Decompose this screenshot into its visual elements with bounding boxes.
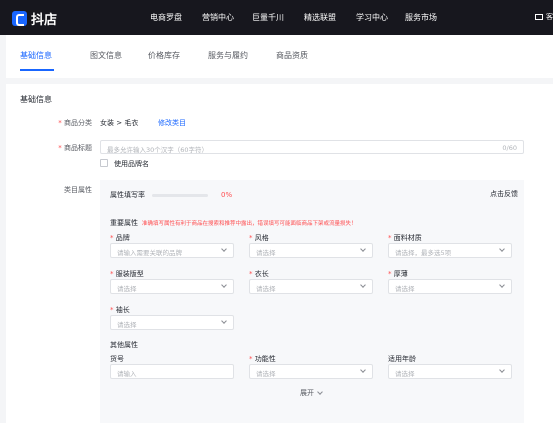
monitor-icon: [535, 14, 543, 20]
topnav-item-alliance[interactable]: 精选联盟: [304, 12, 336, 23]
item-no-placeholder: 请输入: [117, 370, 137, 378]
important-attributes-header: 重要属性 准确填写属性有利于商品在搜索和推荐中露出，错误填写可能面临商品下架或流量…: [110, 218, 357, 228]
field-label-text: 货号: [110, 355, 124, 363]
product-title-input[interactable]: 最多允许输入30个汉字（60字符） 0/60: [100, 140, 524, 154]
fill-rate-label: 属性填写率: [110, 191, 145, 199]
logo[interactable]: 抖店: [12, 9, 57, 28]
category-label: * 商品分类: [36, 118, 92, 128]
field-label-age: 适用年龄: [388, 354, 416, 364]
field-label-fit: * 服装版型: [110, 269, 144, 279]
logo-icon: [12, 11, 27, 26]
length-placeholder: 请选择: [256, 285, 276, 293]
fit-select[interactable]: 请选择: [110, 279, 234, 294]
topnav-item-learning[interactable]: 学习中心: [356, 12, 388, 23]
field-label-text: 品牌: [115, 234, 130, 242]
chevron-down-icon: [221, 282, 227, 288]
topnav-item-qianchuan[interactable]: 巨量千川: [252, 12, 284, 23]
field-label-text: 衣长: [254, 270, 269, 278]
field-label-sleeve: * 袖长: [110, 305, 130, 315]
tab-image-text[interactable]: 图文信息: [90, 50, 122, 61]
field-label-text: 风格: [254, 234, 269, 242]
length-select[interactable]: 请选择: [249, 279, 373, 294]
age-select[interactable]: 请选择: [388, 364, 512, 379]
title-char-counter: 0/60: [502, 144, 517, 152]
brand-select[interactable]: 请输入需要关联的品牌: [110, 243, 234, 258]
field-label-text: 面料材质: [393, 234, 422, 242]
topnav-item-service-market[interactable]: 服务市场: [405, 12, 437, 23]
attributes-label: 类目属性: [64, 186, 92, 194]
category-value: 女装 > 毛衣: [100, 119, 139, 127]
chevron-down-icon: [360, 367, 366, 373]
thickness-placeholder: 请选择: [395, 285, 415, 293]
field-label-text: 服装版型: [115, 270, 144, 278]
field-label-text: 适用年龄: [388, 355, 416, 363]
field-label-text: 袖长: [115, 306, 130, 314]
tab-qualification[interactable]: 商品资质: [276, 50, 308, 61]
brand-placeholder: 请输入需要关联的品牌: [117, 249, 182, 257]
section-title: 基础信息: [20, 95, 52, 104]
tab-basic-info[interactable]: 基础信息: [20, 50, 52, 61]
chevron-down-icon: [360, 282, 366, 288]
feedback-link[interactable]: 点击反馈: [490, 189, 518, 199]
change-category-link[interactable]: 修改类目: [158, 118, 186, 128]
thickness-select[interactable]: 请选择: [388, 279, 512, 294]
function-placeholder: 请选择: [256, 370, 276, 378]
field-label-item-no: 货号: [110, 354, 124, 364]
use-brand-name-label[interactable]: 使用品牌名: [114, 159, 149, 169]
chevron-down-icon: [360, 246, 366, 252]
function-select[interactable]: 请选择: [249, 364, 373, 379]
field-label-fabric: * 面料材质: [388, 233, 422, 243]
field-label-function: * 功能性: [249, 354, 276, 364]
item-no-input[interactable]: 请输入: [110, 364, 234, 379]
active-tab-indicator: [20, 69, 54, 71]
sleeve-select[interactable]: 请选择: [110, 315, 234, 330]
title-label: * 商品标题: [36, 143, 92, 153]
fit-placeholder: 请选择: [117, 285, 137, 293]
chevron-down-icon: [499, 246, 505, 252]
use-brand-name-checkbox[interactable]: [100, 159, 108, 167]
top-navigation-bar: 抖店 电商罗盘 营销中心 巨量千川 精选联盟 学习中心 服务市场 客: [0, 0, 553, 35]
customer-service-label: 客: [546, 13, 553, 21]
important-attributes-hint: 准确填写属性有利于商品在搜索和推荐中露出，错误填写可能面临商品下架或流量损失！: [142, 221, 357, 227]
topnav-item-marketing[interactable]: 营销中心: [202, 12, 234, 23]
attributes-panel: 属性填写率 0% 点击反馈 重要属性 准确填写属性有利于商品在搜索和推荐中露出，错…: [100, 180, 524, 423]
chevron-down-icon: [499, 367, 505, 373]
customer-service-button[interactable]: 客: [535, 12, 553, 22]
chevron-down-icon: [317, 388, 323, 395]
fill-rate-value: 0%: [221, 191, 233, 199]
sleeve-placeholder: 请选择: [117, 321, 137, 329]
category-label-text: 商品分类: [64, 119, 92, 127]
chevron-down-icon: [221, 318, 227, 324]
chevron-down-icon: [221, 246, 227, 252]
age-placeholder: 请选择: [395, 370, 415, 378]
tab-service-fulfillment[interactable]: 服务与履约: [208, 50, 248, 61]
field-label-brand: * 品牌: [110, 233, 130, 243]
field-label-style: * 风格: [249, 233, 269, 243]
field-label-text: 厚薄: [393, 270, 408, 278]
field-label-text: 功能性: [254, 355, 276, 363]
other-attributes-title: 其他属性: [110, 341, 138, 349]
field-label-length: * 衣长: [249, 269, 269, 279]
field-label-thickness: * 厚薄: [388, 269, 408, 279]
tab-price-stock[interactable]: 价格库存: [148, 50, 180, 61]
chevron-down-icon: [499, 282, 505, 288]
style-select[interactable]: 请选择: [249, 243, 373, 258]
topnav-item-compass[interactable]: 电商罗盘: [150, 12, 182, 23]
style-placeholder: 请选择: [256, 249, 276, 257]
title-placeholder: 最多允许输入30个汉字（60字符）: [107, 146, 209, 154]
logo-text: 抖店: [31, 13, 58, 28]
important-attributes-title: 重要属性: [110, 219, 138, 227]
expand-button[interactable]: 展开: [300, 388, 323, 398]
expand-label: 展开: [300, 389, 314, 397]
basic-info-form: 基础信息 * 商品分类 女装 > 毛衣 修改类目 * 商品标题 最多允许输入30…: [6, 84, 553, 423]
title-label-text: 商品标题: [64, 144, 92, 152]
fill-rate-progress: [152, 194, 208, 197]
fabric-select[interactable]: 请选择，最多选5项: [388, 243, 512, 258]
form-tabs: 基础信息 图文信息 价格库存 服务与履约 商品资质: [6, 35, 553, 78]
fabric-placeholder: 请选择，最多选5项: [395, 249, 452, 257]
